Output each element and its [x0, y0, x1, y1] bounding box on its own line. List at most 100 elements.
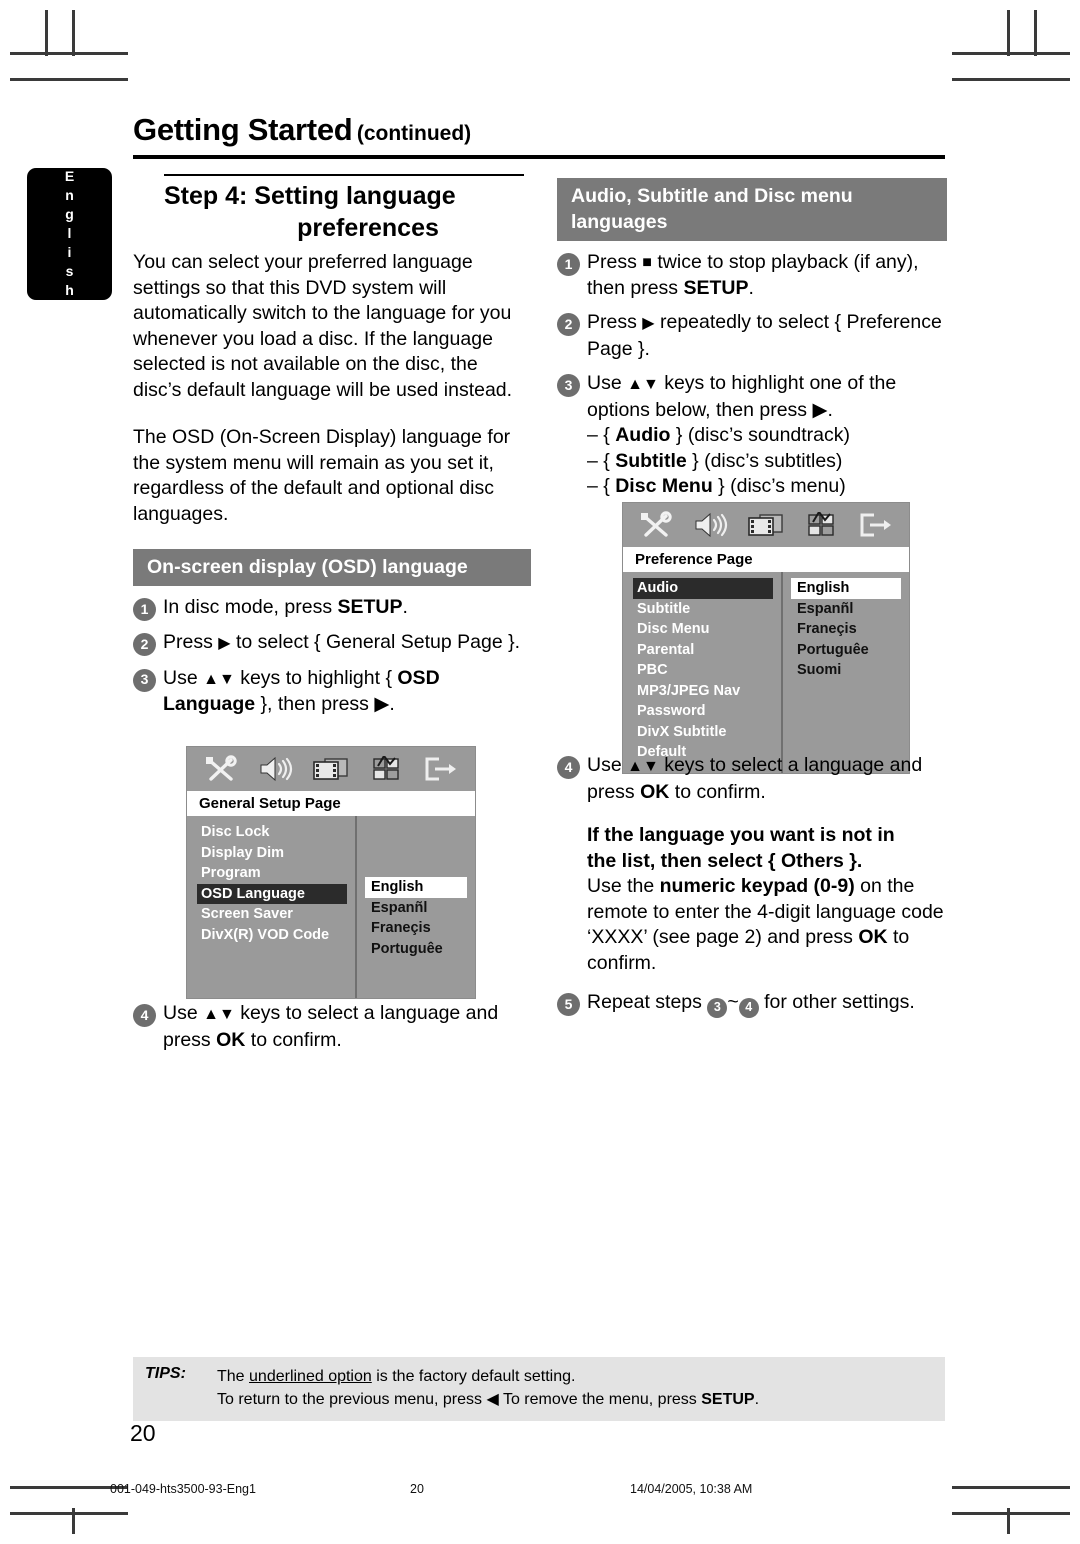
option-label: Disc Menu	[615, 475, 713, 497]
option-list: – { Audio } (disc’s soundtrack) – { Subt…	[587, 423, 947, 500]
brace-close: }	[675, 424, 683, 446]
language-side-tab-label: English	[61, 167, 78, 301]
osd-option-english[interactable]: English	[365, 877, 467, 898]
crop-mark-top-right-h2	[952, 78, 1070, 81]
step-heading-divider	[164, 174, 524, 176]
dash: –	[587, 475, 598, 497]
osd-menu-item-program[interactable]: Program	[197, 863, 347, 884]
page-title-continued: (continued)	[356, 122, 472, 145]
osd-menu-list: Audio Subtitle Disc Menu Parental PBC MP…	[623, 572, 783, 773]
step-text-after: to select { General Setup Page }.	[230, 631, 521, 653]
step-text-after: }, then press ▶.	[255, 693, 395, 715]
band-heading-line2: languages	[571, 211, 668, 233]
option-desc: (disc’s menu)	[730, 475, 846, 497]
osd-option-espanol[interactable]: Espanñl	[365, 898, 467, 919]
tips-line-1: The underlined option is the factory def…	[217, 1365, 933, 1388]
osd-menu-item-audio[interactable]: Audio	[633, 578, 773, 599]
step-text-bold: OK	[216, 1028, 246, 1051]
exit-icon	[848, 512, 903, 538]
step-number-badge: 5	[557, 993, 580, 1016]
left-step-2: 2 Press ▶ to select { General Setup Page…	[133, 630, 531, 657]
step-text-before: Use	[587, 372, 628, 394]
osd-body: Disc Lock Display Dim Program OSD Langua…	[187, 816, 475, 998]
osd-option-francais[interactable]: Franeçis	[365, 918, 467, 939]
osd-option-list: English Espanñl Franeçis Portuguêe Suomi	[783, 572, 909, 773]
osd-language-band-heading: On-screen display (OSD) language	[133, 549, 531, 586]
osd-menu-item-osd-language[interactable]: OSD Language	[197, 883, 347, 904]
step-heading: Step 4: Setting language preferences	[164, 180, 532, 244]
step-text: Repeat steps 3 ~4 for other settings.	[587, 990, 949, 1018]
crop-mark-top-right-v	[1007, 10, 1010, 56]
tips-line-2: To return to the previous menu, press ◀ …	[217, 1388, 933, 1411]
speaker-icon	[248, 756, 303, 782]
page-number: 20	[130, 1420, 156, 1446]
osd-menu-item-parental[interactable]: Parental	[633, 640, 773, 661]
osd-menu-item-mp3-jpeg-nav[interactable]: MP3/JPEG Nav	[633, 681, 773, 702]
step-text-after: .	[748, 276, 754, 299]
step-text: Press ■ twice to stop playback (if any),…	[587, 250, 947, 301]
step-text-before: Use	[587, 754, 628, 776]
osd-menu-item-screen-saver[interactable]: Screen Saver	[197, 904, 347, 925]
step-text-after: to confirm.	[669, 780, 766, 803]
brace-open: {	[603, 424, 610, 446]
osd-menu-list: Disc Lock Display Dim Program OSD Langua…	[187, 816, 357, 998]
osd-option-francais[interactable]: Franeçis	[791, 619, 901, 640]
up-down-arrow-icon: ▲▼	[203, 670, 235, 688]
osd-menu-item-subtitle[interactable]: Subtitle	[633, 599, 773, 620]
footer-page-number: 20	[410, 1482, 424, 1496]
osd-menu-item-password[interactable]: Password	[633, 701, 773, 722]
osd-menu-item-disc-lock[interactable]: Disc Lock	[197, 822, 347, 843]
inline-step-ref-3: 3	[707, 997, 728, 1018]
language-side-tab-text: English	[27, 167, 112, 301]
crop-mark-top-right-h	[952, 52, 1070, 55]
step-text-after: to confirm.	[245, 1028, 342, 1051]
page-title-main: Getting Started	[133, 112, 353, 147]
crop-mark-bottom-right-v	[1007, 1508, 1010, 1534]
osd-option-english[interactable]: English	[791, 578, 901, 599]
osd-menu-item-pbc[interactable]: PBC	[633, 660, 773, 681]
left-column: You can select your preferred language s…	[133, 250, 531, 718]
crop-mark-top-left-v2	[45, 10, 48, 56]
osd-icon-row	[623, 503, 909, 547]
stop-square-icon: ■	[642, 254, 652, 271]
option-label: Audio	[615, 424, 671, 446]
step-number-badge: 3	[557, 374, 580, 397]
osd-option-suomi[interactable]: Suomi	[791, 660, 901, 681]
right-arrow-icon: ▶	[642, 315, 655, 332]
footer-file-name: 001-049-hts3500-93-Eng1	[110, 1482, 256, 1496]
intro-paragraph-2: The OSD (On-Screen Display) language for…	[133, 426, 511, 525]
osd-option-portugues[interactable]: Portuguêe	[791, 640, 901, 661]
tips-box: TIPS: The underlined option is the facto…	[133, 1357, 945, 1421]
brace-close: }	[692, 449, 699, 472]
film-icon	[739, 512, 794, 538]
print-footer: 001-049-hts3500-93-Eng1 20 14/04/2005, 1…	[110, 1482, 990, 1496]
osd-menu-item-display-dim[interactable]: Display Dim	[197, 843, 347, 864]
step-text-bold: SETUP	[337, 596, 403, 618]
intro-paragraph-1: You can select your preferred language s…	[133, 251, 513, 401]
osd-menu-item-divx-subtitle[interactable]: DivX Subtitle	[633, 722, 773, 743]
osd-menu-item-divx-vod-code[interactable]: DivX(R) VOD Code	[197, 925, 347, 946]
osd-option-portugues[interactable]: Portuguêe	[365, 939, 467, 960]
tilde: ~	[727, 991, 739, 1013]
osd-page-title: Preference Page	[623, 547, 909, 572]
osd-menu-item-disc-menu[interactable]: Disc Menu	[633, 619, 773, 640]
step-text-bold: OK	[640, 780, 670, 803]
tips-line2-c: .	[754, 1391, 760, 1408]
left-column-step4: 4 Use ▲▼ keys to select a language and p…	[133, 992, 531, 1053]
others-note: If the language you want is not in the l…	[587, 823, 949, 976]
step-number-badge: 3	[133, 668, 156, 692]
osd-option-espanol[interactable]: Espanñl	[791, 599, 901, 620]
preferences-icon	[793, 512, 848, 538]
tips-line1-a: The	[217, 1368, 250, 1385]
left-step-1: 1 In disc mode, press SETUP.	[133, 595, 531, 621]
step-text: In disc mode, press SETUP.	[163, 595, 531, 621]
step-text: Use ▲▼ keys to select a language and pre…	[163, 1001, 531, 1053]
others-note-bold-line2b: { Others }.	[767, 849, 863, 872]
step-text-before: In disc mode, press	[163, 596, 338, 618]
tips-setup-bold: SETUP	[701, 1391, 755, 1408]
tools-icon	[629, 511, 684, 539]
option-list-item-disc-menu: – { Disc Menu } (disc’s menu)	[587, 474, 947, 500]
crop-mark-top-left-v	[72, 10, 75, 56]
option-desc: (disc’s subtitles)	[704, 449, 843, 472]
brace-open: {	[603, 475, 610, 497]
